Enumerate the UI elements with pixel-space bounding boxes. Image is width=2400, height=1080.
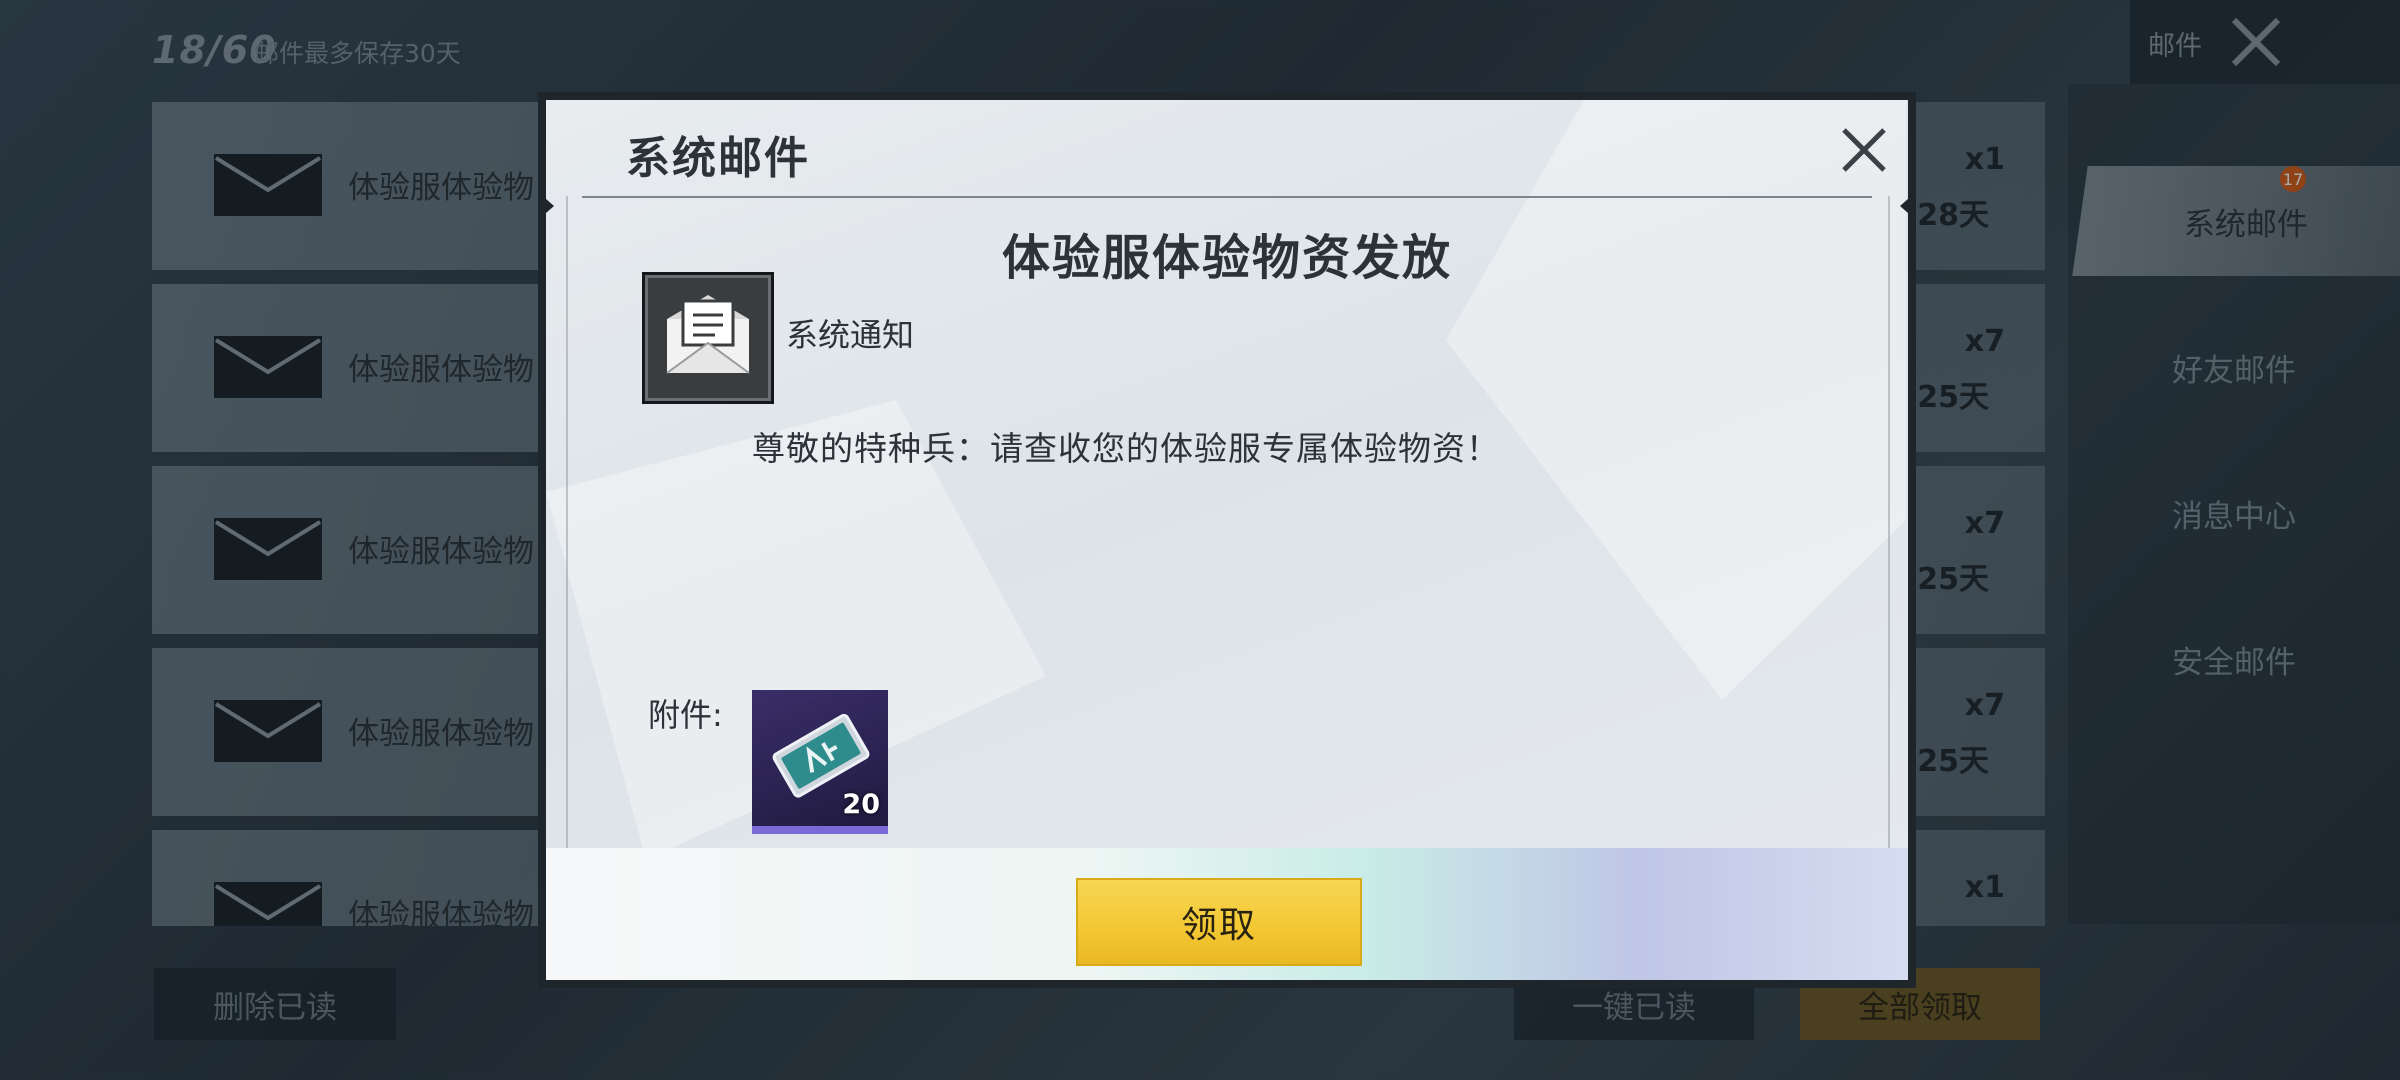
close-icon[interactable]	[1836, 122, 1892, 178]
attachment-quantity: 20	[842, 789, 880, 820]
frame-notch	[538, 192, 554, 220]
claim-button[interactable]: 领取	[1076, 878, 1362, 966]
dialog-body: 系统邮件 体验服体验物资发放 系统通知 尊敬的特种兵：请查收您的体验服专属体验物…	[546, 100, 1908, 980]
mail-body-text: 尊敬的特种兵：请查收您的体验服专属体验物资！	[752, 429, 1500, 468]
attachment-label: 附件:	[648, 696, 723, 734]
mail-open-icon	[642, 272, 774, 404]
dialog-title: 系统邮件	[626, 133, 810, 184]
attachment-item[interactable]: 20	[752, 690, 888, 834]
frame-notch	[1900, 192, 1916, 220]
sender-name: 系统通知	[786, 316, 915, 354]
system-mail-dialog: 系统邮件 体验服体验物资发放 系统通知 尊敬的特种兵：请查收您的体验服专属体验物…	[538, 92, 1916, 988]
